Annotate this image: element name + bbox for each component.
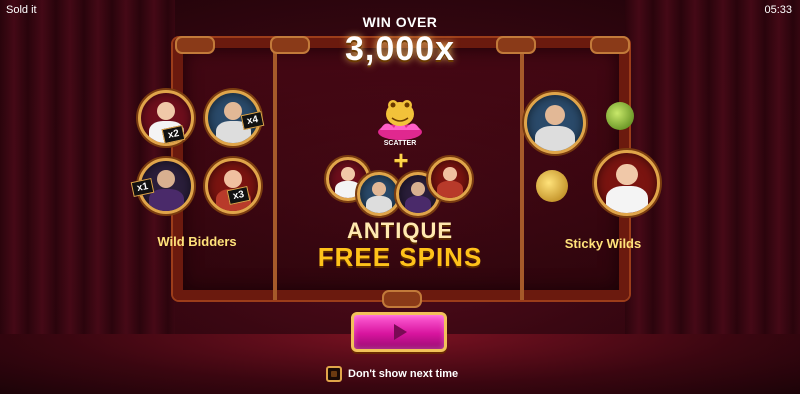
play-arrow-icon [394, 324, 407, 340]
frame-ornament [496, 36, 536, 54]
antique-title: ANTIQUE [347, 218, 453, 243]
frog-scatter-icon [378, 100, 422, 140]
dont-show-label: Don't show next time [348, 368, 459, 380]
continue-play-button[interactable] [351, 312, 447, 352]
character-portrait-man [524, 92, 586, 154]
win-amount: 3,000x [345, 30, 455, 68]
character-portrait-redhead [428, 157, 472, 201]
plus-sign: + [393, 145, 409, 175]
wild-bidders-label: Wild Bidders [157, 234, 237, 249]
dont-show-toggle[interactable]: Don't show next time [326, 365, 458, 383]
frame-ornament [175, 36, 215, 54]
win-over-label: WIN OVER [362, 14, 438, 30]
green-coin-icon [606, 102, 634, 130]
character-portrait-redhead [205, 158, 261, 214]
frame-pillar-right [520, 40, 524, 300]
sticky-wilds-label: Sticky Wilds [564, 236, 642, 251]
clock: 05:33 [764, 4, 792, 16]
frame-pillar-left [273, 40, 277, 300]
free-spins-title: FREE SPINS [317, 242, 483, 272]
gold-coin-icon [536, 170, 568, 202]
frame-ornament [382, 290, 422, 308]
game-title: Sold it [6, 4, 37, 16]
frame-ornament [590, 36, 630, 54]
dont-show-checkbox[interactable] [326, 366, 342, 382]
character-portrait-man [357, 172, 401, 216]
character-portrait-woman-fur [594, 150, 660, 216]
